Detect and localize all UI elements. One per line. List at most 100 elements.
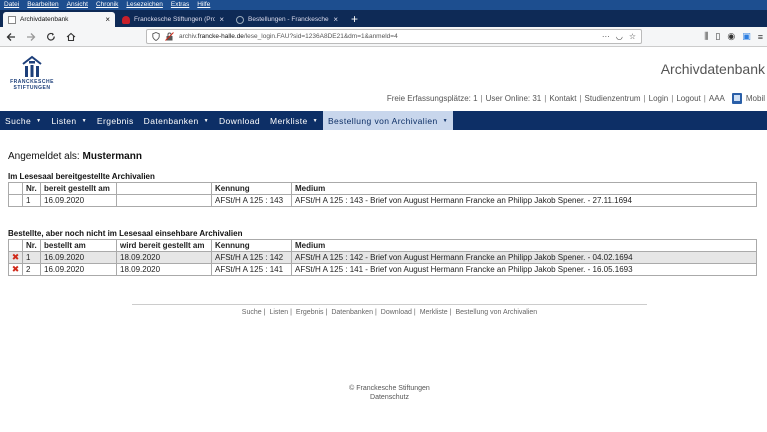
home-icon: [66, 32, 76, 41]
library-icon[interactable]: ⫼: [704, 31, 708, 42]
table-cell: AFSt/H A 125 : 141: [211, 263, 292, 276]
franckesche-logo[interactable]: FRANCKESCHE STIFTUNGEN: [8, 55, 56, 91]
account-icon[interactable]: ◉: [727, 31, 735, 42]
url-bar[interactable]: archiv.francke-halle.de/lese_login.FAU?s…: [146, 29, 642, 44]
tab-bestellungen[interactable]: Bestellungen - Franckesche Stiftu ×: [231, 12, 343, 27]
nav-label: Merkliste: [270, 115, 308, 126]
table-header-cell: Nr.: [22, 182, 41, 195]
delete-icon[interactable]: ✖: [12, 252, 20, 262]
menu-hilfe[interactable]: Hilfe: [197, 0, 210, 10]
toolbar-right: ⫼ ▯ ◉ ▣ ≡: [704, 31, 763, 42]
nav-label: Listen: [51, 115, 77, 126]
table-cell: AFSt/H A 125 : 141 - Brief von August He…: [291, 263, 757, 276]
hamburger-menu-icon[interactable]: ≡: [758, 32, 763, 42]
menu-ansicht[interactable]: Ansicht: [67, 0, 88, 10]
footer-divider: [132, 304, 647, 305]
separator: |: [325, 309, 328, 316]
table-row: ✖ 1 16.09.2020 18.09.2020 AFSt/H A 125 :…: [8, 251, 757, 264]
table-cell: 2: [22, 263, 41, 276]
nav-merkliste[interactable]: Merkliste ▼: [265, 111, 323, 130]
forward-button[interactable]: [24, 30, 38, 44]
home-button[interactable]: [64, 30, 78, 44]
table-header-cell: [116, 182, 212, 195]
ordered-table: Nr. bestellt am wird bereit gestellt am …: [8, 239, 757, 276]
back-button[interactable]: [4, 30, 18, 44]
footer-link-ergebnis[interactable]: Ergebnis: [296, 309, 324, 316]
arrow-right-icon: [27, 32, 36, 41]
nav-datenbanken[interactable]: Datenbanken ▼: [139, 111, 214, 130]
shield-icon[interactable]: [152, 32, 160, 41]
url-prefix: archiv.: [179, 33, 198, 40]
footer-link-listen[interactable]: Listen: [269, 309, 288, 316]
close-icon[interactable]: ×: [105, 15, 110, 24]
logout-link[interactable]: Logout: [676, 94, 700, 103]
table-header-cell: [8, 239, 23, 252]
browser-menubar: Datei Bearbeiten Ansicht Chronik Lesezei…: [0, 0, 767, 10]
username: Mustermann: [82, 151, 142, 162]
close-icon[interactable]: ×: [219, 15, 224, 24]
font-size-toggle[interactable]: AAA: [709, 94, 725, 103]
nav-bestellung[interactable]: Bestellung von Archivalien ▼: [322, 111, 453, 130]
nav-label: Suche: [5, 115, 32, 126]
footer-link-suche[interactable]: Suche: [242, 309, 262, 316]
close-icon[interactable]: ×: [333, 15, 338, 24]
logged-in-label: Angemeldet als:: [8, 151, 80, 162]
menu-extras[interactable]: Extras: [171, 0, 189, 10]
separator: |: [579, 94, 582, 103]
table-row: ✖ 2 16.09.2020 18.09.2020 AFSt/H A 125 :…: [8, 263, 757, 276]
logged-in-info: Angemeldet als: Mustermann: [8, 151, 757, 162]
table-cell: 16.09.2020: [40, 263, 117, 276]
extension-icon[interactable]: ▣: [742, 31, 751, 42]
page-icon: [8, 15, 16, 24]
studienzentrum-link[interactable]: Studienzentrum: [585, 94, 641, 103]
mobile-icon[interactable]: [731, 93, 742, 104]
kontakt-link[interactable]: Kontakt: [549, 94, 576, 103]
table-cell: AFSt/H A 125 : 142: [211, 251, 292, 264]
table-cell: 18.09.2020: [116, 251, 212, 264]
table-cell: AFSt/H A 125 : 142 - Brief von August He…: [291, 251, 757, 264]
app-title: Archivdatenbank: [660, 61, 765, 77]
menu-lesezeichen[interactable]: Lesezeichen: [126, 0, 163, 10]
table-cell: AFSt/H A 125 : 143: [211, 194, 292, 207]
table-header-row: Nr. bestellt am wird bereit gestellt am …: [8, 239, 757, 252]
table-header-cell: Medium: [291, 239, 757, 252]
insecure-lock-icon[interactable]: [165, 32, 174, 41]
star-icon[interactable]: ☆: [629, 32, 636, 41]
nav-ergebnis[interactable]: Ergebnis: [92, 111, 139, 130]
mobil-link[interactable]: Mobil: [746, 94, 765, 103]
heart-icon: [122, 15, 130, 24]
ready-table: Nr. bereit gestellt am Kennung Medium 1 …: [8, 182, 757, 207]
menu-chronik[interactable]: Chronik: [96, 0, 118, 10]
tab-archivdatenbank[interactable]: Archivdatenbank ×: [3, 12, 115, 27]
menu-bearbeiten[interactable]: Bearbeiten: [27, 0, 58, 10]
footer-link-datenbanken[interactable]: Datenbanken: [331, 309, 373, 316]
nav-suche[interactable]: Suche ▼: [0, 111, 46, 130]
footer-link-download[interactable]: Download: [381, 309, 412, 316]
browser-tabstrip: Archivdatenbank × Franckesche Stiftungen…: [0, 10, 767, 27]
table-header-cell: Medium: [291, 182, 757, 195]
nav-label: Bestellung von Archivalien: [327, 115, 438, 126]
nav-label: Datenbanken: [143, 115, 199, 126]
table-row: 1 16.09.2020 AFSt/H A 125 : 143 AFSt/H A…: [8, 194, 757, 207]
main-nav: Suche ▼ Listen ▼ Ergebnis Datenbanken ▼ Dow…: [0, 111, 767, 130]
footer-link-merkliste[interactable]: Merkliste: [420, 309, 448, 316]
page-header: FRANCKESCHE STIFTUNGEN Archivdatenbank F…: [0, 47, 767, 112]
page-actions-icon[interactable]: ···: [602, 32, 610, 41]
caret-down-icon: ▼: [203, 117, 209, 124]
delete-icon[interactable]: ✖: [12, 264, 20, 274]
menu-datei[interactable]: Datei: [4, 0, 19, 10]
privacy-link[interactable]: Datenschutz: [0, 393, 767, 402]
new-tab-button[interactable]: +: [345, 12, 364, 27]
nav-listen[interactable]: Listen ▼: [46, 111, 91, 130]
nav-download[interactable]: Download: [214, 111, 265, 130]
reload-button[interactable]: [44, 30, 58, 44]
caret-down-icon: ▼: [312, 117, 318, 124]
footer-link-bestellung[interactable]: Bestellung von Archivalien: [455, 309, 537, 316]
pocket-icon[interactable]: ◡: [616, 32, 623, 41]
copyright-text: © Franckesche Stiftungen: [349, 385, 430, 392]
free-slots-label: Freie Erfassungsplätze: 1: [386, 94, 478, 103]
url-text[interactable]: archiv.francke-halle.de/lese_login.FAU?s…: [179, 33, 597, 40]
login-link[interactable]: Login: [649, 94, 669, 103]
sidebar-icon[interactable]: ▯: [715, 31, 720, 42]
tab-franckesche-stiftungen[interactable]: Franckesche Stiftungen (Producti ×: [117, 12, 229, 27]
